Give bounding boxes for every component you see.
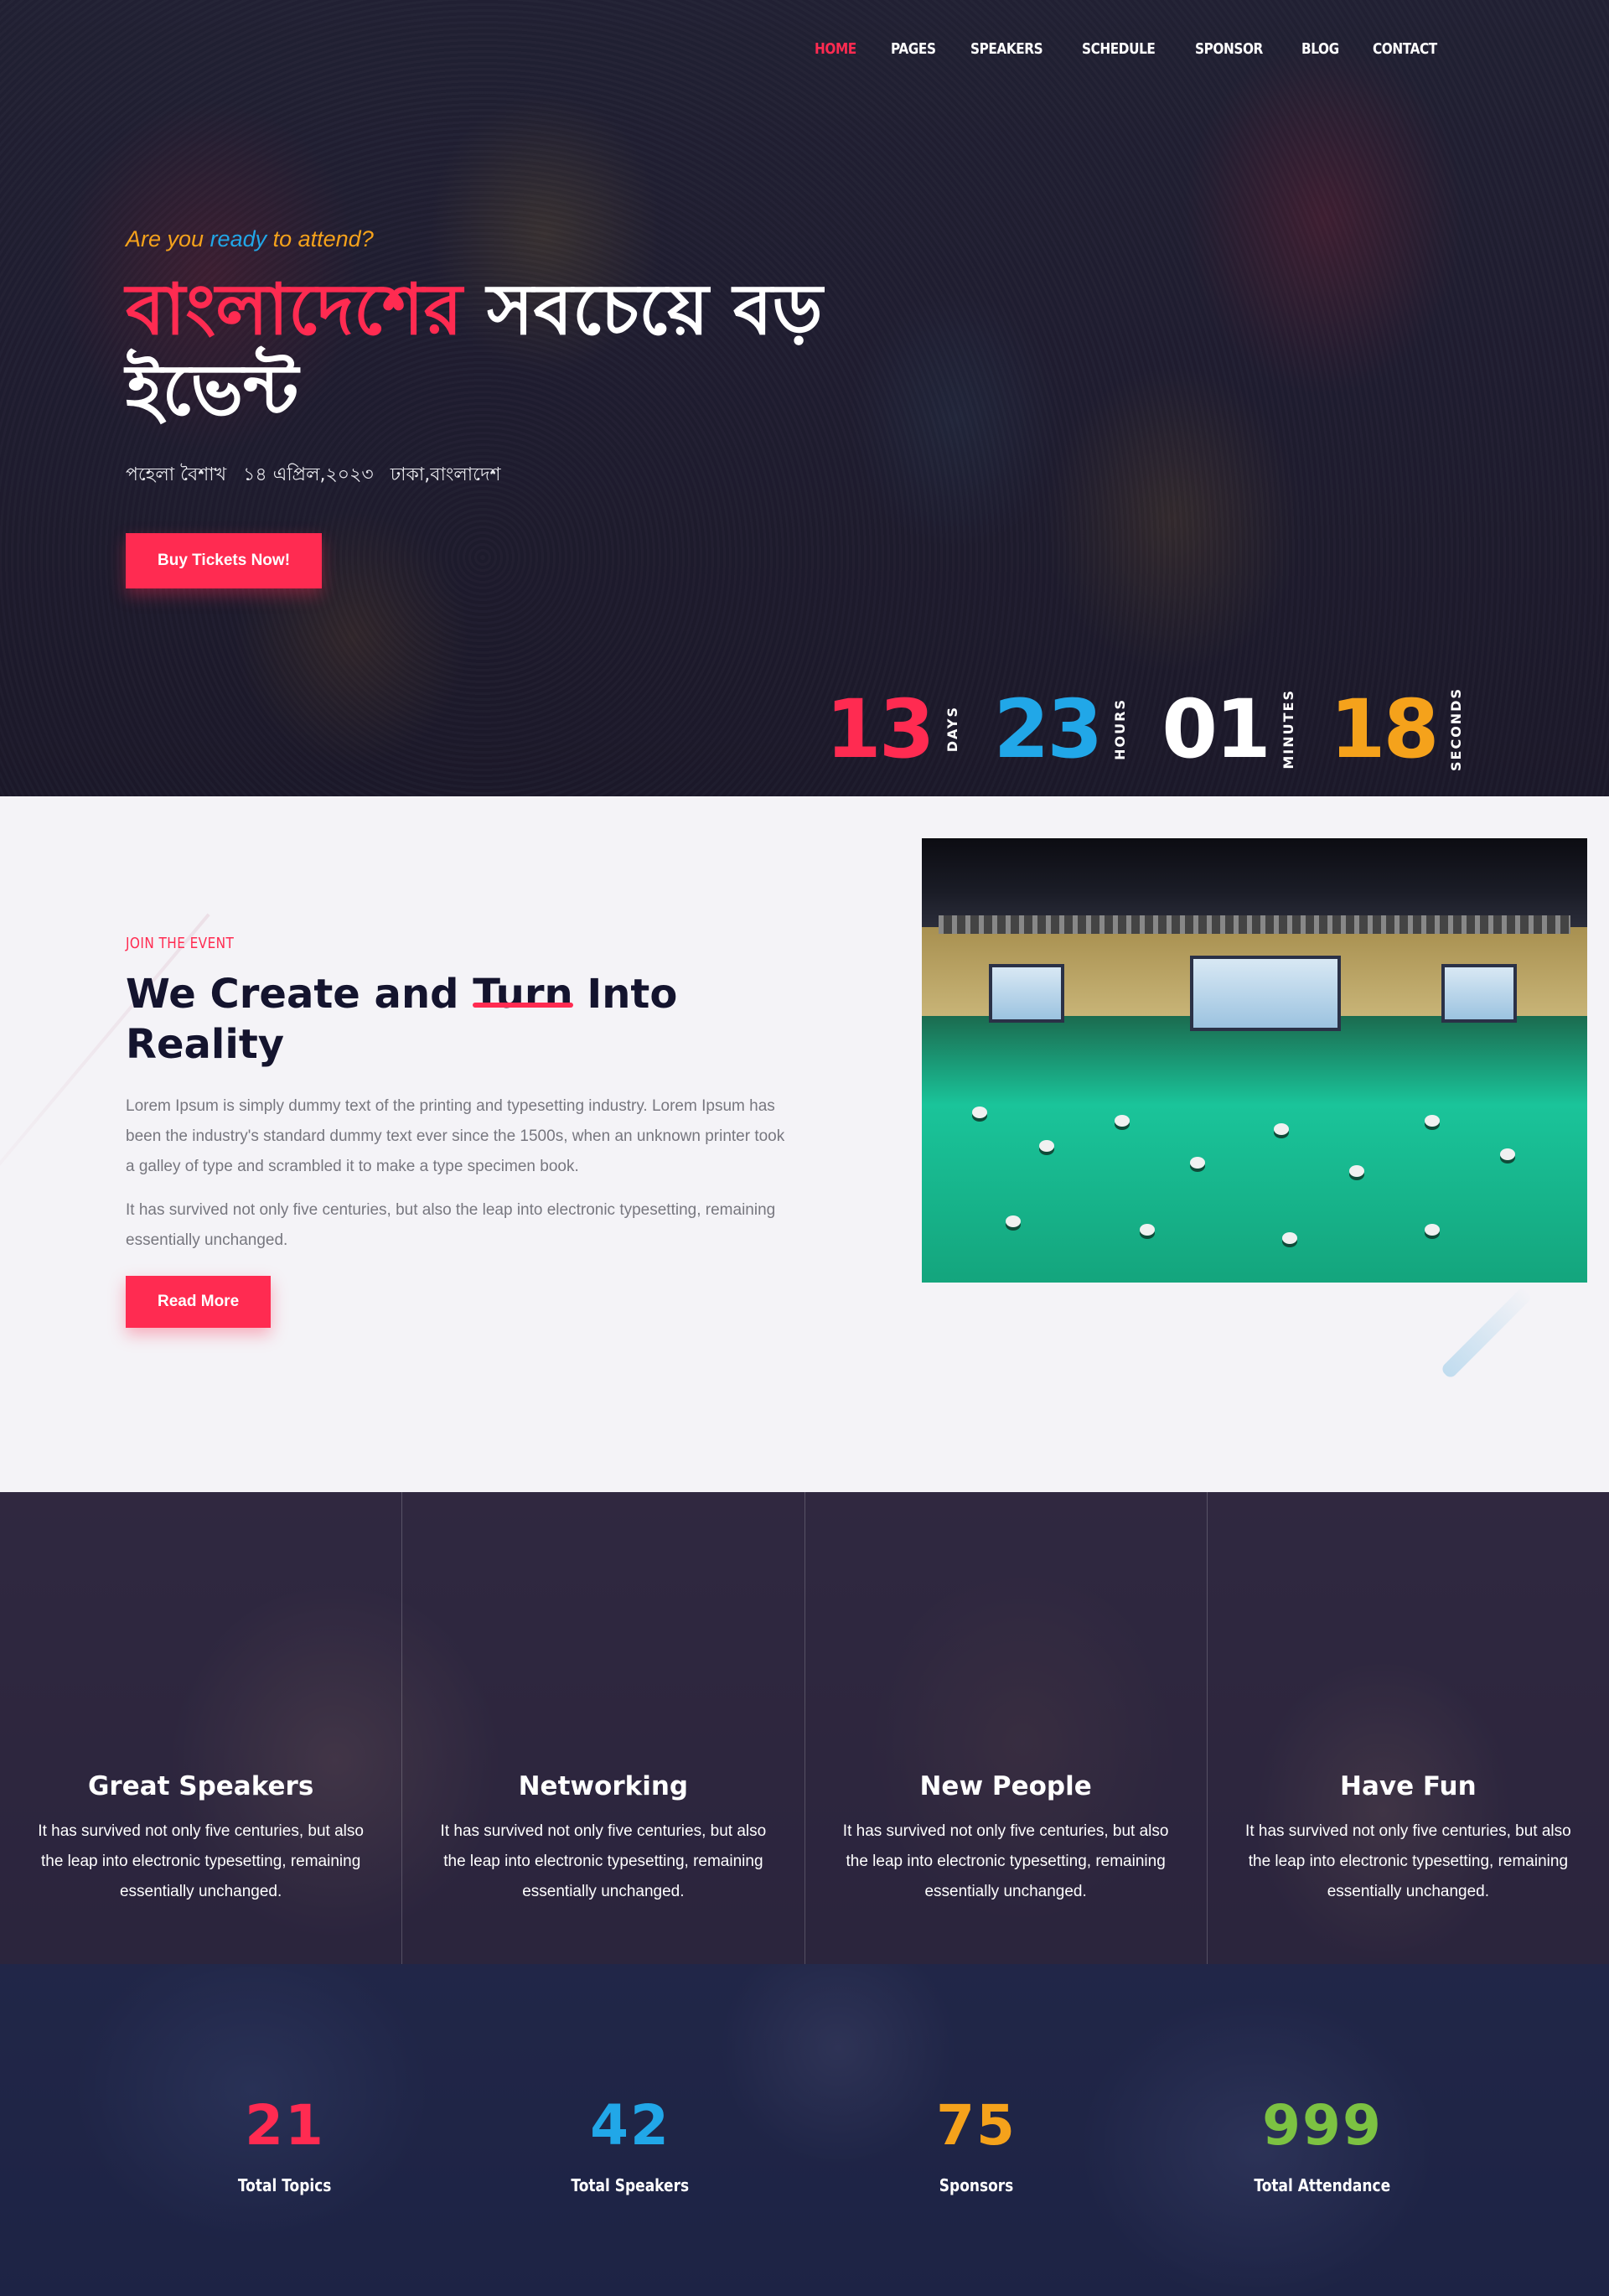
features-section: Great Speakers It has survived not only … bbox=[0, 1492, 1609, 1964]
event-location: ঢাকা,বাংলাদেশ bbox=[390, 464, 501, 485]
stat-total-speakers: 42 Total Speakers bbox=[504, 2093, 756, 2196]
tagline-highlight: ready bbox=[210, 226, 267, 251]
about-title-pre: We Create and bbox=[126, 971, 473, 1018]
main-nav: HOME PAGES SPEAKERS SCHEDULE SPONSOR BLO… bbox=[815, 40, 1448, 58]
stat-label: Sponsors bbox=[939, 2175, 1014, 2195]
stat-total-attendance: 999 Total Attendance bbox=[1197, 2093, 1448, 2196]
table-1 bbox=[972, 1107, 987, 1118]
about-text: JOIN THE EVENT We Create and Turn Into R… bbox=[126, 935, 788, 1328]
countdown-seconds: 18 SECONDS bbox=[1330, 687, 1465, 771]
buy-tickets-button[interactable]: Buy Tickets Now! bbox=[126, 533, 323, 588]
hero-tagline: Are you ready to attend? bbox=[126, 226, 964, 252]
stat-label: Total Speakers bbox=[571, 2175, 690, 2195]
hero-section: HOME PAGES SPEAKERS SCHEDULE SPONSOR BLO… bbox=[0, 0, 1609, 796]
table-11 bbox=[1282, 1232, 1297, 1244]
countdown-days-label: DAYS bbox=[944, 706, 960, 753]
stage-screen-right bbox=[1441, 964, 1517, 1023]
countdown-hours-label: HOURS bbox=[1112, 698, 1129, 760]
event-date: ১৪ এপ্রিল,২০২৩ bbox=[243, 464, 374, 485]
feature-networking: Networking It has survived not only five… bbox=[402, 1492, 805, 1964]
feature-title: Great Speakers bbox=[87, 1771, 314, 1801]
tagline-post: to attend? bbox=[266, 226, 374, 251]
table-12 bbox=[1425, 1224, 1440, 1236]
countdown-days: 13 DAYS bbox=[825, 689, 960, 770]
countdown-minutes-label: MINUTES bbox=[1280, 689, 1296, 770]
countdown: 13 DAYS 23 HOURS 01 MINUTES 18 SECONDS bbox=[825, 687, 1464, 771]
stat-label: Total Attendance bbox=[1254, 2175, 1391, 2195]
countdown-hours: 23 HOURS bbox=[994, 689, 1129, 770]
about-title-underlined: Turn bbox=[473, 971, 574, 1018]
about-paragraph-1: Lorem Ipsum is simply dummy text of the … bbox=[126, 1097, 785, 1175]
countdown-seconds-label: SECONDS bbox=[1448, 687, 1465, 771]
table-10 bbox=[1140, 1224, 1155, 1236]
nav-pages[interactable]: PAGES bbox=[891, 40, 936, 58]
feature-title: Have Fun bbox=[1340, 1771, 1477, 1801]
stage-screen-center bbox=[1190, 956, 1341, 1031]
stat-label: Total Topics bbox=[238, 2175, 332, 2195]
countdown-days-value: 13 bbox=[825, 682, 935, 776]
hero-title: বাংলাদেশের সবচেয়ে বড় ইভেন্ট bbox=[126, 269, 947, 430]
nav-contact[interactable]: CONTACT bbox=[1373, 40, 1437, 58]
about-paragraph-2: It has survived not only five centuries,… bbox=[126, 1201, 776, 1249]
read-more-button[interactable]: Read More bbox=[126, 1276, 272, 1328]
hero-title-highlight: বাংলাদেশের bbox=[126, 268, 463, 350]
feature-text: It has survived not only five centuries,… bbox=[842, 1822, 1169, 1900]
event-hall-photo bbox=[922, 838, 1587, 1283]
feature-text: It has survived not only five centuries,… bbox=[1245, 1822, 1571, 1900]
stats-section: 21 Total Topics 42 Total Speakers 75 Spo… bbox=[0, 1964, 1609, 2296]
nav-schedule[interactable]: SCHEDULE bbox=[1082, 40, 1156, 58]
nav-speakers[interactable]: SPEAKERS bbox=[970, 40, 1043, 58]
feature-title: Networking bbox=[518, 1771, 689, 1801]
stat-value: 75 bbox=[936, 2093, 1017, 2158]
countdown-minutes-value: 01 bbox=[1161, 682, 1271, 776]
event-meta: পহেলা বৈশাখ ১৪ এপ্রিল,২০২৩ ঢাকা,বাংলাদেশ bbox=[126, 460, 964, 491]
nav-blog[interactable]: BLOG bbox=[1301, 40, 1339, 58]
feature-text: It has survived not only five centuries,… bbox=[440, 1822, 767, 1900]
stage-truss bbox=[939, 915, 1570, 934]
about-title: We Create and Turn Into Reality bbox=[126, 969, 696, 1070]
table-2 bbox=[1039, 1140, 1054, 1152]
stat-value: 42 bbox=[590, 2093, 670, 2158]
stage-screen-left bbox=[989, 964, 1064, 1023]
table-9 bbox=[1006, 1215, 1021, 1227]
decorative-accent bbox=[1440, 1286, 1534, 1380]
stat-value: 999 bbox=[1262, 2093, 1383, 2158]
table-8 bbox=[1500, 1148, 1515, 1160]
tagline-pre: Are you bbox=[126, 226, 210, 251]
table-5 bbox=[1274, 1123, 1289, 1135]
nav-home[interactable]: HOME bbox=[815, 40, 856, 58]
feature-new-people: New People It has survived not only five… bbox=[805, 1492, 1208, 1964]
stat-sponsors: 75 Sponsors bbox=[851, 2093, 1102, 2196]
countdown-hours-value: 23 bbox=[993, 682, 1104, 776]
feature-great-speakers: Great Speakers It has survived not only … bbox=[0, 1492, 403, 1964]
table-6 bbox=[1349, 1165, 1364, 1177]
section-kicker: JOIN THE EVENT bbox=[126, 935, 235, 952]
feature-text: It has survived not only five centuries,… bbox=[38, 1822, 364, 1900]
nav-sponsor[interactable]: SPONSOR bbox=[1195, 40, 1263, 58]
table-3 bbox=[1115, 1115, 1130, 1127]
hero-content: Are you ready to attend? বাংলাদেশের সবচে… bbox=[126, 226, 964, 588]
countdown-seconds-value: 18 bbox=[1329, 682, 1440, 776]
event-occasion: পহেলা বৈশাখ bbox=[126, 464, 227, 485]
countdown-minutes: 01 MINUTES bbox=[1161, 689, 1296, 770]
stat-total-topics: 21 Total Topics bbox=[159, 2093, 411, 2196]
table-4 bbox=[1190, 1157, 1205, 1169]
table-7 bbox=[1425, 1115, 1440, 1127]
feature-have-fun: Have Fun It has survived not only five c… bbox=[1208, 1492, 1609, 1964]
feature-title: New People bbox=[919, 1771, 1092, 1801]
stat-value: 21 bbox=[245, 2093, 325, 2158]
about-section: JOIN THE EVENT We Create and Turn Into R… bbox=[0, 796, 1609, 1492]
